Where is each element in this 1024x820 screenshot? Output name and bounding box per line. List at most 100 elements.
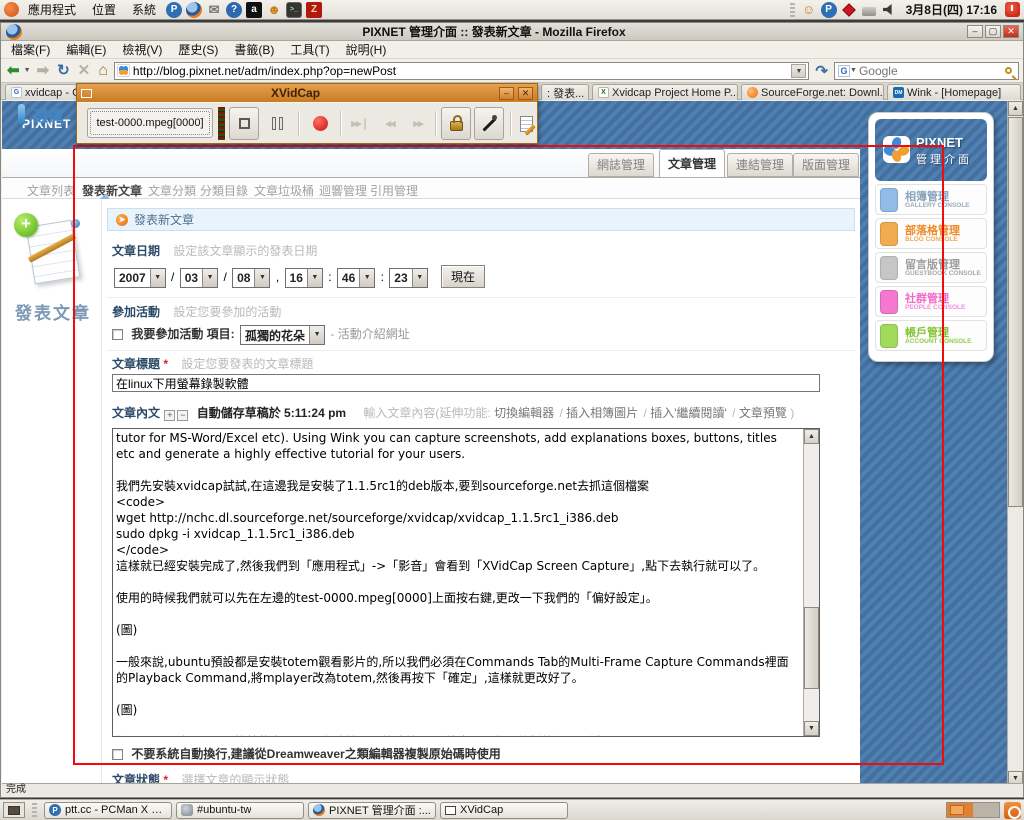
tab-pixnet-post[interactable]: : 發表... bbox=[541, 84, 589, 100]
trash-icon[interactable] bbox=[1004, 801, 1021, 819]
event-checkbox[interactable] bbox=[112, 329, 123, 341]
messenger-icon[interactable]: ☻ bbox=[266, 2, 282, 18]
month-select[interactable]: 03 ▼ bbox=[179, 267, 219, 288]
pixnet-tray-icon[interactable]: P bbox=[820, 1, 837, 18]
textarea-scrollbar[interactable]: ▲ ▼ bbox=[803, 429, 819, 736]
tab-xvidcap-search[interactable]: G xvidcap - G... bbox=[5, 84, 77, 100]
area-picker-button[interactable] bbox=[474, 107, 504, 140]
taskbar-button-xvidcap[interactable]: XVidCap bbox=[440, 801, 568, 819]
chevron-down-icon[interactable]: ▼ bbox=[254, 268, 270, 287]
subnav-category-index[interactable]: 分類目錄 bbox=[200, 182, 248, 199]
switch-editor-link[interactable]: 切換編輯器 bbox=[494, 406, 554, 420]
printer-tray-icon[interactable] bbox=[861, 7, 876, 16]
chevron-down-icon[interactable]: ▼ bbox=[309, 326, 325, 344]
taskbar-button-firefox[interactable]: PIXNET 管理介面 :... bbox=[308, 801, 436, 819]
help-icon[interactable]: ? bbox=[226, 1, 243, 18]
mail-icon[interactable]: ✉ bbox=[206, 2, 222, 18]
search-magnifier-icon[interactable] bbox=[1005, 67, 1012, 74]
insert-readmore-link[interactable]: 插入'繼續閱讀' bbox=[650, 406, 727, 420]
tab-blog-admin[interactable]: 網誌管理 bbox=[588, 153, 654, 177]
now-button[interactable]: 現在 bbox=[441, 265, 486, 288]
taskbar-button-irc[interactable]: #ubuntu-tw bbox=[176, 801, 304, 819]
close-button[interactable]: ✕ bbox=[518, 86, 533, 100]
second-select[interactable]: 23 ▼ bbox=[389, 267, 428, 288]
url-input[interactable] bbox=[132, 63, 792, 78]
scroll-up-icon[interactable]: ▲ bbox=[804, 429, 819, 444]
system-menu[interactable]: 系統 bbox=[125, 0, 163, 19]
tab-sourceforge[interactable]: SourceForge.net: Downl... bbox=[741, 84, 884, 100]
taskbar-button-pcmanx[interactable]: P ptt.cc - PCMan X 0… bbox=[44, 801, 172, 819]
firefox-launcher-icon[interactable] bbox=[186, 1, 203, 18]
search-box[interactable]: G ▼ bbox=[834, 61, 1019, 80]
post-title-input[interactable] bbox=[112, 374, 820, 392]
day-select[interactable]: 08 ▼ bbox=[232, 267, 271, 288]
page-scrollbar[interactable]: ▲ ▼ bbox=[1007, 101, 1023, 786]
search-input[interactable] bbox=[858, 63, 1003, 78]
event-select[interactable]: 孤獨的花朵 ▼ bbox=[240, 325, 326, 345]
record-button[interactable] bbox=[305, 107, 335, 140]
collapse-icon[interactable]: − bbox=[177, 410, 189, 421]
chevron-down-icon[interactable]: ▼ bbox=[359, 268, 375, 287]
minute-select[interactable]: 46 ▼ bbox=[336, 267, 376, 288]
new-post-icon[interactable]: + bbox=[14, 213, 84, 291]
panel-handle[interactable] bbox=[789, 2, 795, 17]
insert-photo-link[interactable]: 插入相簿圖片 bbox=[566, 406, 638, 420]
lock-button[interactable] bbox=[441, 107, 471, 140]
stop-button[interactable] bbox=[229, 107, 259, 140]
forward-button[interactable]: ➡ bbox=[35, 62, 52, 79]
stop-button[interactable]: ✕ bbox=[76, 62, 93, 79]
go-button[interactable]: ↷ bbox=[813, 62, 830, 80]
sidebar-item-account[interactable]: 帳戶管理 ACCOUNT CONSOLE bbox=[875, 320, 987, 351]
help-menu[interactable]: 說明(H) bbox=[338, 41, 395, 58]
gem-tray-icon[interactable] bbox=[841, 2, 856, 17]
edit-menu[interactable]: 編輯(E) bbox=[58, 41, 114, 58]
applications-menu[interactable]: 應用程式 bbox=[21, 0, 83, 19]
minimize-button[interactable]: – bbox=[499, 86, 514, 100]
show-desktop-button[interactable] bbox=[3, 802, 25, 818]
bookmarks-menu[interactable]: 書籤(B) bbox=[226, 41, 282, 58]
chevron-down-icon[interactable]: ▼ bbox=[149, 268, 165, 287]
taskbar-handle[interactable] bbox=[32, 803, 37, 817]
file-menu[interactable]: 檔案(F) bbox=[3, 41, 58, 58]
volume-icon[interactable] bbox=[882, 4, 892, 15]
chevron-down-icon[interactable]: ▼ bbox=[306, 268, 322, 287]
subnav-new-post[interactable]: 發表新文章 bbox=[82, 182, 142, 199]
tab-article-admin[interactable]: 文章管理 bbox=[659, 149, 725, 178]
back-button[interactable]: ⬅ bbox=[5, 62, 22, 79]
search-engine-dropdown-icon[interactable]: ▼ bbox=[850, 67, 857, 74]
nowrap-checkbox[interactable] bbox=[112, 749, 123, 760]
post-content-textarea[interactable]: tutor for MS-Word/Excel etc). Using Wink… bbox=[113, 429, 819, 736]
clock[interactable]: 3月8日(四) 17:16 bbox=[900, 1, 1003, 18]
step-frame-button[interactable]: ▸▸❘ bbox=[345, 107, 375, 140]
workspace-2[interactable] bbox=[973, 803, 999, 817]
ubuntu-logo-icon[interactable] bbox=[4, 2, 19, 17]
preview-link[interactable]: 文章預覽 bbox=[739, 406, 787, 420]
sidebar-item-blog[interactable]: 部落格管理 BLOG CONSOLE bbox=[875, 218, 987, 249]
tab-layout-admin[interactable]: 版面管理 bbox=[793, 153, 859, 177]
tab-links-admin[interactable]: 連結管理 bbox=[727, 153, 793, 177]
history-menu[interactable]: 歷史(S) bbox=[170, 41, 226, 58]
workspace-1[interactable] bbox=[947, 803, 973, 817]
expand-icon[interactable]: + bbox=[164, 410, 176, 421]
subnav-trash[interactable]: 文章垃圾桶 bbox=[254, 182, 314, 199]
scroll-up-icon[interactable]: ▲ bbox=[1008, 101, 1023, 116]
tab-wink[interactable]: DM Wink - [Homepage] bbox=[887, 84, 1021, 100]
xvidcap-title-bar[interactable]: XVidCap – ✕ bbox=[77, 84, 537, 102]
scrollbar-thumb[interactable] bbox=[804, 607, 819, 689]
rewind-button[interactable]: ◂◂ bbox=[375, 107, 405, 140]
pause-button[interactable] bbox=[262, 107, 292, 140]
year-select[interactable]: 2007 ▼ bbox=[114, 267, 166, 288]
gaim-tray-icon[interactable]: ☺ bbox=[801, 2, 817, 18]
chevron-down-icon[interactable]: ▼ bbox=[202, 268, 218, 287]
home-button[interactable]: ⌂ bbox=[96, 62, 110, 79]
minimize-button[interactable]: – bbox=[967, 25, 983, 38]
hour-select[interactable]: 16 ▼ bbox=[284, 267, 323, 288]
tools-menu[interactable]: 工具(T) bbox=[282, 41, 337, 58]
edit-button[interactable] bbox=[515, 107, 537, 140]
sidebar-item-guestbook[interactable]: 留言版管理 GUESTBOOK CONSOLE bbox=[875, 252, 987, 283]
workspace-switcher[interactable] bbox=[946, 802, 1000, 818]
sidebar-item-people[interactable]: 社群管理 PEOPLE CONSOLE bbox=[875, 286, 987, 317]
maximize-button[interactable]: ▢ bbox=[985, 25, 1001, 38]
nowrap-label[interactable]: 不要系統自動換行,建議從Dreamweaver之類編輯器複製原始碼時使用 bbox=[131, 747, 500, 761]
close-button[interactable]: ✕ bbox=[1003, 25, 1019, 38]
